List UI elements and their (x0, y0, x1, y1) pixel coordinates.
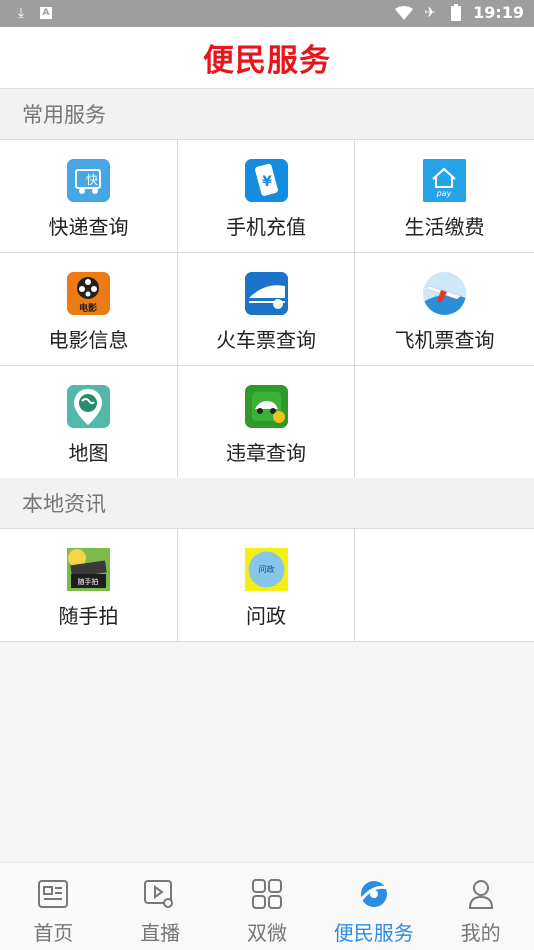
movie-icon: 电影 (67, 272, 110, 315)
service-plane[interactable]: 飞机票查询 (355, 253, 534, 366)
service-label: 地图 (68, 441, 109, 465)
section-title: 本地资讯 (22, 492, 106, 516)
service-label: 快递查询 (48, 215, 129, 239)
mobile-recharge-icon: ¥ (244, 159, 288, 202)
tab-label: 直播 (140, 921, 181, 945)
service-movie[interactable]: 电影 电影信息 (0, 253, 178, 366)
service-snapshot[interactable]: 随手拍 随手拍 (0, 529, 178, 642)
tab-service[interactable]: 便民服务 (320, 863, 427, 950)
service-express[interactable]: 快 快递查询 (0, 140, 178, 253)
service-label: 火车票查询 (216, 328, 316, 352)
section-title: 常用服务 (22, 103, 106, 127)
service-life-pay[interactable]: pay 生活缴费 (355, 140, 534, 253)
grid-icon (250, 877, 284, 911)
service-wenzheng[interactable]: 问政 问政 (178, 529, 355, 642)
svg-text:随手拍: 随手拍 (78, 577, 99, 586)
service-label: 生活缴费 (404, 215, 485, 239)
status-bar: ⤓ A ✈ 19:19 (0, 0, 534, 27)
service-label: 随手拍 (58, 604, 119, 628)
svg-text:问政: 问政 (258, 564, 274, 574)
empty-cell (355, 529, 534, 642)
service-label: 问政 (246, 604, 286, 628)
clock: 19:19 (473, 3, 524, 22)
svg-text:电影: 电影 (79, 302, 97, 314)
svg-text:pay: pay (436, 189, 452, 198)
svg-text:快: 快 (86, 173, 98, 187)
tab-label: 首页 (33, 921, 74, 945)
tab-mine[interactable]: 我的 (427, 863, 534, 950)
airplane-icon: ✈ (424, 4, 436, 21)
service-map[interactable]: 地图 (0, 366, 178, 479)
download-icon: ⤓ (17, 5, 25, 21)
express-icon: 快 (67, 159, 110, 202)
service-label: 飞机票查询 (394, 328, 495, 352)
a-notification-icon: A (40, 7, 52, 19)
bottom-tab-bar: 首页 直播 双微 便民服务 我的 (0, 862, 534, 950)
header: 便民服务 (0, 27, 534, 89)
tab-label: 双微 (246, 921, 287, 945)
page-title: 便民服务 (203, 43, 331, 79)
life-pay-icon: pay (423, 159, 466, 202)
tab-label: 我的 (460, 921, 501, 945)
tab-shuangwei[interactable]: 双微 (214, 863, 321, 950)
tab-home[interactable]: 首页 (0, 863, 107, 950)
service-label: 违章查询 (226, 441, 306, 465)
service-icon (357, 877, 391, 911)
service-label: 电影信息 (48, 328, 129, 352)
plane-icon (423, 272, 466, 315)
svg-text:¥: ¥ (262, 174, 272, 190)
service-label: 手机充值 (226, 215, 306, 239)
tab-live[interactable]: 直播 (107, 863, 214, 950)
violation-icon (244, 385, 288, 428)
live-icon (143, 877, 177, 911)
common-services-grid: 快 快递查询 ¥ 手机充值 pay 生活缴费 电影 电影信息 火车票查询 飞机票… (0, 140, 534, 479)
map-icon (67, 385, 110, 428)
service-train[interactable]: 火车票查询 (178, 253, 355, 366)
empty-cell (355, 366, 534, 479)
tab-label: 便民服务 (333, 921, 414, 945)
local-news-grid: 随手拍 随手拍 问政 问政 (0, 529, 534, 642)
section-header-common: 常用服务 (0, 89, 534, 140)
user-icon (464, 877, 498, 911)
service-violation[interactable]: 违章查询 (178, 366, 355, 479)
wenzheng-icon: 问政 (244, 548, 288, 591)
wifi-icon (395, 4, 414, 22)
snapshot-icon: 随手拍 (67, 548, 110, 591)
section-header-local: 本地资讯 (0, 478, 534, 529)
news-icon (36, 877, 70, 911)
battery-icon (447, 4, 465, 22)
train-icon (244, 272, 288, 315)
service-mobile-recharge[interactable]: ¥ 手机充值 (178, 140, 355, 253)
